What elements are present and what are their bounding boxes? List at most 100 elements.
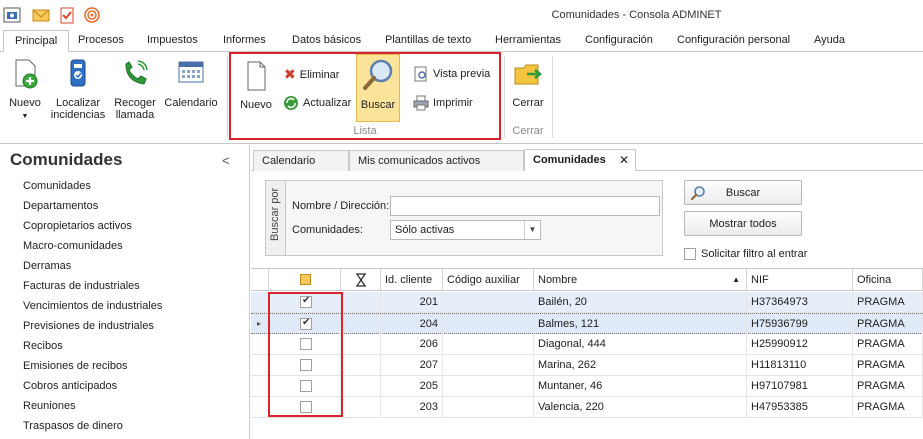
nuevo-dropdown-label: Nuevo bbox=[9, 97, 41, 109]
col-header-id-cliente[interactable]: Id. cliente bbox=[381, 269, 443, 291]
nav-item-recibos[interactable]: Recibos bbox=[23, 340, 63, 352]
tab-impuestos[interactable]: Impuestos bbox=[147, 34, 198, 46]
tab-procesos[interactable]: Procesos bbox=[78, 34, 124, 46]
tab-configuracion-personal[interactable]: Configuración personal bbox=[677, 34, 790, 46]
nav-item-facturas-industriales[interactable]: Facturas de industriales bbox=[23, 280, 140, 292]
table-row[interactable]: 207 Marina, 262 H11813110 PRAGMA bbox=[251, 355, 923, 376]
table-row[interactable]: 201 Bailén, 20H37364973PRAGMA bbox=[251, 292, 923, 313]
nif-cell[interactable]: H47953385 bbox=[747, 397, 853, 418]
id-cliente-cell[interactable]: 205 bbox=[381, 376, 443, 397]
comunidades-filter-value: Sólo activas bbox=[395, 224, 455, 236]
select-all-checkbox[interactable] bbox=[300, 274, 311, 285]
col-header-codigo-auxiliar[interactable]: Código auxiliar bbox=[443, 269, 534, 291]
mostrar-todos-button[interactable]: Mostrar todos bbox=[684, 211, 802, 236]
nav-item-macro-comunidades[interactable]: Macro-comunidades bbox=[23, 240, 123, 252]
nav-item-departamentos[interactable]: Departamentos bbox=[23, 200, 98, 212]
oficina-cell[interactable]: PRAGMA bbox=[853, 314, 923, 335]
nav-item-vencimientos-industriales[interactable]: Vencimientos de industriales bbox=[23, 300, 162, 312]
doc-tab-mis-comunicados[interactable]: Mis comunicados activos bbox=[349, 150, 524, 171]
cerrar-group-label: Cerrar bbox=[512, 125, 544, 137]
nombre-cell[interactable]: Marina, 262 bbox=[534, 355, 747, 376]
codigo-auxiliar-cell[interactable] bbox=[443, 292, 534, 313]
codigo-auxiliar-cell[interactable] bbox=[443, 334, 534, 355]
tab-datos-basicos[interactable]: Datos básicos bbox=[292, 34, 361, 46]
nombre-cell[interactable]: Muntaner, 46 bbox=[534, 376, 747, 397]
nav-item-derramas[interactable]: Derramas bbox=[23, 260, 71, 272]
col-header-nif[interactable]: NIF bbox=[747, 269, 853, 291]
row-indicator-cell[interactable] bbox=[251, 355, 269, 376]
cerrar-button[interactable]: Cerrar bbox=[508, 58, 548, 109]
close-icon[interactable]: ✕ bbox=[619, 153, 629, 167]
nav-item-previsiones-industriales[interactable]: Previsiones de industriales bbox=[23, 320, 154, 332]
localizar-incidencias-button[interactable]: Localizar incidencias bbox=[50, 58, 106, 121]
nif-cell[interactable]: H11813110 bbox=[747, 355, 853, 376]
tab-plantillas-texto[interactable]: Plantillas de texto bbox=[385, 34, 471, 46]
oficina-cell[interactable]: PRAGMA bbox=[853, 355, 923, 376]
nuevo-dropdown-button[interactable]: Nuevo ▼ bbox=[4, 58, 46, 123]
name-address-input[interactable] bbox=[390, 196, 660, 216]
nombre-cell[interactable]: Valencia, 220 bbox=[534, 397, 747, 418]
nav-item-comunidades[interactable]: Comunidades bbox=[23, 180, 91, 192]
codigo-auxiliar-cell[interactable] bbox=[443, 376, 534, 397]
nombre-cell[interactable]: Diagonal, 444 bbox=[534, 334, 747, 355]
id-cliente-cell[interactable]: 204 bbox=[381, 314, 443, 335]
status-cell[interactable] bbox=[341, 376, 381, 397]
status-cell[interactable] bbox=[341, 397, 381, 418]
id-cliente-cell[interactable]: 203 bbox=[381, 397, 443, 418]
locate-incidents-icon bbox=[70, 59, 86, 87]
nav-item-cobros-anticipados[interactable]: Cobros anticipados bbox=[23, 380, 117, 392]
col-header-nombre[interactable]: Nombre ▲ bbox=[534, 269, 747, 291]
tab-herramientas[interactable]: Herramientas bbox=[495, 34, 561, 46]
status-cell[interactable] bbox=[341, 334, 381, 355]
tab-ayuda[interactable]: Ayuda bbox=[814, 34, 845, 46]
nif-cell[interactable]: H37364973 bbox=[747, 292, 853, 313]
nav-item-traspasos-dinero[interactable]: Traspasos de dinero bbox=[23, 420, 123, 432]
nav-item-copropietarios[interactable]: Copropietarios activos bbox=[23, 220, 132, 232]
oficina-cell[interactable]: PRAGMA bbox=[853, 334, 923, 355]
id-cliente-cell[interactable]: 201 bbox=[381, 292, 443, 313]
tab-principal[interactable]: Principal bbox=[3, 30, 70, 53]
doc-tab-comunidades[interactable]: Comunidades ✕ bbox=[524, 149, 636, 171]
nav-item-emisiones-recibos[interactable]: Emisiones de recibos bbox=[23, 360, 128, 372]
recoger-llamada-button[interactable]: Recoger llamada bbox=[110, 58, 160, 121]
row-indicator-cell[interactable]: ▸ bbox=[251, 314, 269, 335]
col-header-oficina[interactable]: Oficina bbox=[853, 269, 923, 291]
oficina-cell[interactable]: PRAGMA bbox=[853, 292, 923, 313]
status-column-header[interactable] bbox=[341, 269, 381, 291]
nombre-cell[interactable]: Balmes, 121 bbox=[534, 314, 747, 335]
table-row[interactable]: ▸ 204 Balmes, 121H75936799PRAGMA bbox=[251, 313, 923, 335]
table-row[interactable]: 206 Diagonal, 444 H25990912 PRAGMA bbox=[251, 334, 923, 355]
select-all-header[interactable] bbox=[269, 269, 341, 291]
tab-configuracion[interactable]: Configuración bbox=[585, 34, 653, 46]
ribbon-tabs: Principal Procesos Impuestos Informes Da… bbox=[0, 30, 923, 53]
codigo-auxiliar-cell[interactable] bbox=[443, 314, 534, 335]
buscar-search-button[interactable]: Buscar bbox=[684, 180, 802, 205]
status-cell[interactable] bbox=[341, 314, 381, 335]
id-cliente-cell[interactable]: 206 bbox=[381, 334, 443, 355]
row-indicator-cell[interactable] bbox=[251, 292, 269, 313]
row-indicator-cell[interactable] bbox=[251, 376, 269, 397]
codigo-auxiliar-cell[interactable] bbox=[443, 397, 534, 418]
nav-item-reuniones[interactable]: Reuniones bbox=[23, 400, 76, 412]
table-row[interactable]: 203 Valencia, 220 H47953385 PRAGMA bbox=[251, 397, 923, 418]
row-indicator-cell[interactable] bbox=[251, 397, 269, 418]
comunidades-filter-select[interactable]: Sólo activas ▼ bbox=[390, 220, 541, 240]
row-indicator-cell[interactable] bbox=[251, 334, 269, 355]
doc-tab-calendario[interactable]: Calendario bbox=[253, 150, 349, 171]
tab-informes[interactable]: Informes bbox=[223, 34, 266, 46]
solicitar-filtro-checkbox[interactable] bbox=[684, 248, 696, 260]
oficina-cell[interactable]: PRAGMA bbox=[853, 397, 923, 418]
table-row[interactable]: 205 Muntaner, 46 H97107981 PRAGMA bbox=[251, 376, 923, 397]
id-cliente-cell[interactable]: 207 bbox=[381, 355, 443, 376]
nombre-cell[interactable]: Bailén, 20 bbox=[534, 292, 747, 313]
nif-cell[interactable]: H75936799 bbox=[747, 314, 853, 335]
chevron-down-icon[interactable]: ▼ bbox=[524, 221, 540, 239]
status-cell[interactable] bbox=[341, 355, 381, 376]
calendario-button[interactable]: Calendario bbox=[163, 58, 219, 109]
codigo-auxiliar-cell[interactable] bbox=[443, 355, 534, 376]
nif-cell[interactable]: H97107981 bbox=[747, 376, 853, 397]
status-cell[interactable] bbox=[341, 292, 381, 313]
nif-cell[interactable]: H25990912 bbox=[747, 334, 853, 355]
oficina-cell[interactable]: PRAGMA bbox=[853, 376, 923, 397]
collapse-panel-icon[interactable]: < bbox=[222, 153, 230, 168]
